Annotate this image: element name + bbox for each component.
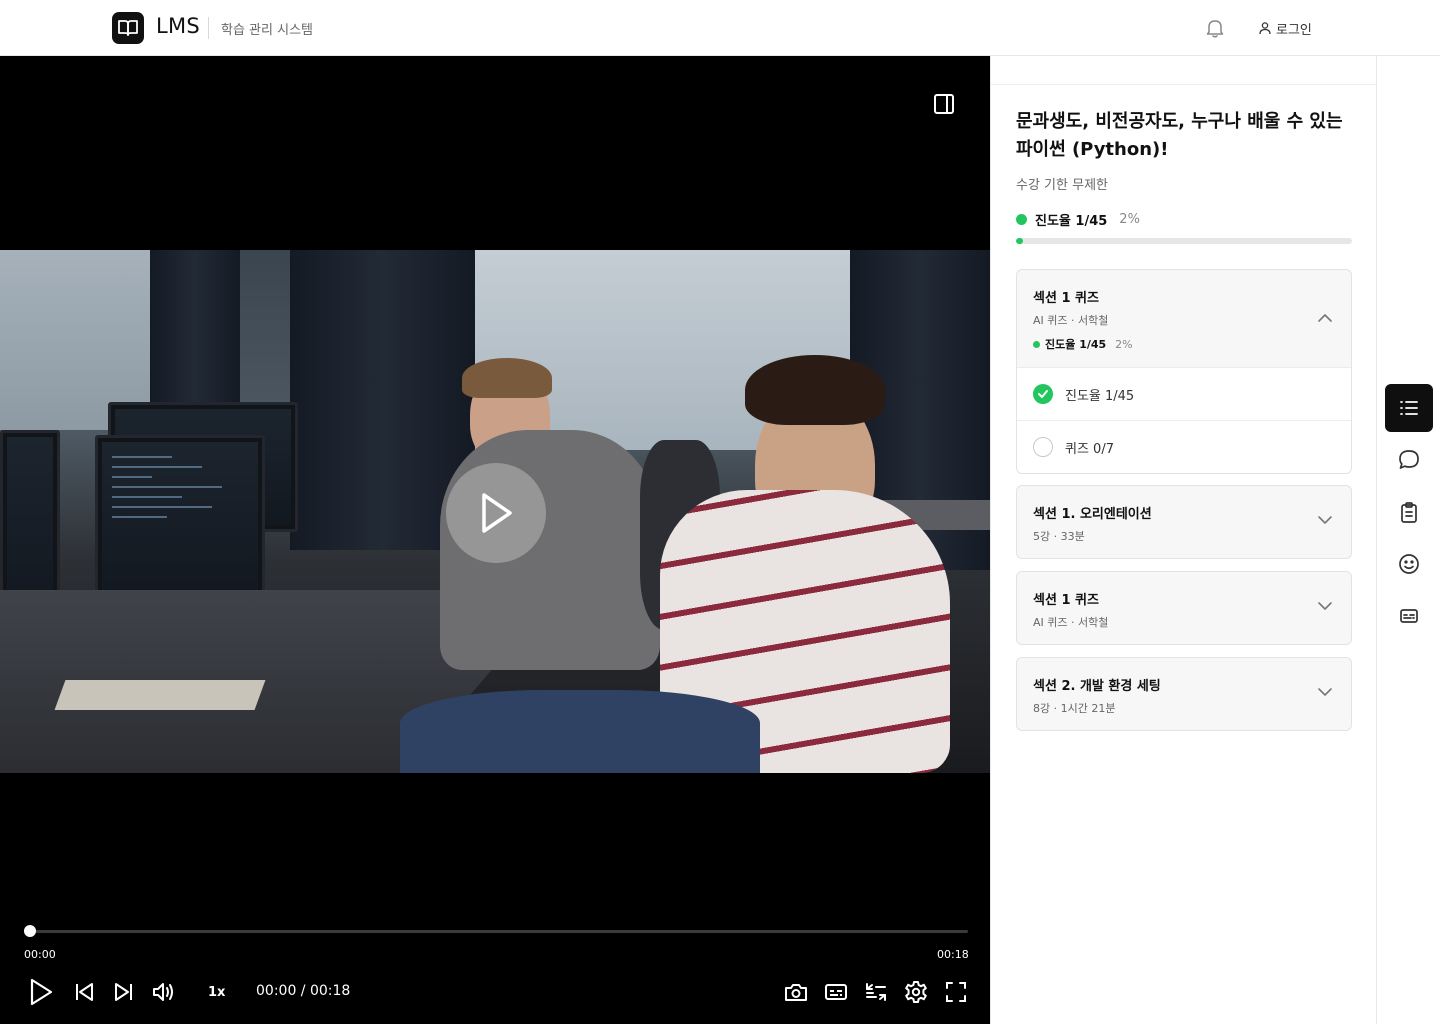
panel-toggle-icon[interactable] bbox=[932, 92, 956, 116]
right-rail bbox=[1376, 56, 1440, 1024]
time-display: 00:00 / 00:18 bbox=[256, 983, 351, 999]
section-header[interactable]: 섹션 1 퀴즈 AI 퀴즈 · 서학철 진도율 1/45 2% bbox=[1017, 270, 1351, 367]
header-divider bbox=[208, 17, 209, 39]
list-item-label: 진도율 1/45 bbox=[1065, 388, 1135, 404]
course-progress: 진도율 1/45 2% bbox=[1016, 210, 1140, 229]
volume-button[interactable] bbox=[150, 978, 178, 1006]
top-header: LMS 학습 관리 시스템 로그인 bbox=[0, 0, 1440, 56]
scene-paper bbox=[54, 680, 266, 710]
notes-tab[interactable] bbox=[1385, 488, 1433, 536]
list-icon bbox=[1400, 401, 1418, 415]
center-play-button[interactable] bbox=[446, 463, 546, 563]
course-term: 수강 기한 무제한 bbox=[1016, 178, 1108, 193]
section-title: 섹션 1. 오리엔테이션 bbox=[1033, 507, 1152, 522]
course-title: 문과생도, 비전공자도, 누구나 배울 수 있는 파이썬 (Python)! bbox=[1016, 111, 1343, 160]
skip-forward-icon bbox=[115, 983, 132, 1001]
clipboard-icon bbox=[1401, 502, 1417, 523]
chat-tab[interactable] bbox=[1385, 436, 1433, 484]
camera-icon bbox=[785, 984, 807, 1001]
scene-monitor bbox=[95, 435, 265, 605]
progress-label: 진도율 1/45 bbox=[1035, 214, 1108, 229]
section-progress-label: 진도율 1/45 bbox=[1045, 338, 1107, 351]
seek-handle[interactable] bbox=[24, 925, 36, 937]
time-current: 00:00 bbox=[24, 948, 56, 961]
login-label: 로그인 bbox=[1276, 22, 1312, 38]
user-icon bbox=[1259, 22, 1271, 35]
progress-percent: 2% bbox=[1119, 212, 1140, 227]
skip-forward-button[interactable] bbox=[110, 978, 138, 1006]
section-header[interactable]: 섹션 1 퀴즈 AI 퀴즈 · 서학철 bbox=[1017, 572, 1351, 644]
video-player[interactable]: 00:00 00:18 1x 00:00 / 00:18 bbox=[0, 56, 990, 1024]
section-card[interactable]: 섹션 2. 개발 환경 세팅 8강 · 1시간 21분 bbox=[1016, 657, 1352, 731]
book-logo-icon[interactable] bbox=[112, 12, 144, 44]
empty-circle-icon bbox=[1033, 437, 1053, 457]
subtitles-icon bbox=[1400, 609, 1418, 623]
curriculum-tab[interactable] bbox=[1385, 384, 1433, 432]
subtitles-icon bbox=[825, 984, 847, 1000]
play-button[interactable] bbox=[27, 978, 55, 1006]
skip-back-button[interactable] bbox=[70, 978, 98, 1006]
logo-text[interactable]: LMS bbox=[156, 14, 200, 38]
seek-bar[interactable] bbox=[30, 930, 968, 933]
skip-back-icon bbox=[76, 983, 93, 1001]
scene-person bbox=[400, 690, 760, 773]
swap-button[interactable] bbox=[862, 978, 890, 1006]
chevron-down-icon[interactable] bbox=[1317, 512, 1333, 528]
progress-bar bbox=[1016, 238, 1352, 244]
play-icon bbox=[482, 493, 512, 533]
section-card[interactable]: 섹션 1 퀴즈 AI 퀴즈 · 서학철 bbox=[1016, 571, 1352, 645]
status-dot bbox=[1033, 340, 1040, 348]
settings-button[interactable] bbox=[902, 978, 930, 1006]
section-subtitle: AI 퀴즈 · 서학철 bbox=[1033, 616, 1109, 629]
settings-icon bbox=[905, 981, 927, 1003]
status-dot bbox=[1016, 214, 1027, 225]
fullscreen-icon bbox=[946, 982, 966, 1002]
time-total: 00:18 bbox=[937, 948, 969, 961]
play-icon bbox=[30, 978, 53, 1006]
section-title: 섹션 2. 개발 환경 세팅 bbox=[1033, 679, 1161, 694]
curriculum-panel: 문과생도, 비전공자도, 누구나 배울 수 있는 파이썬 (Python)! 수… bbox=[990, 56, 1377, 1024]
scene-hair bbox=[745, 355, 885, 425]
section-title: 섹션 1 퀴즈 bbox=[1033, 593, 1099, 608]
section-subtitle: AI 퀴즈 · 서학철 bbox=[1033, 314, 1109, 327]
subtitles-button[interactable] bbox=[822, 978, 850, 1006]
swap-icon bbox=[866, 983, 886, 1001]
captions-tab[interactable] bbox=[1385, 592, 1433, 640]
section-subtitle: 8강 · 1시간 21분 bbox=[1033, 702, 1116, 715]
chevron-down-icon[interactable] bbox=[1317, 684, 1333, 700]
section-subtitle: 5강 · 33분 bbox=[1033, 530, 1085, 543]
chevron-up-icon[interactable] bbox=[1317, 310, 1333, 326]
bell-icon[interactable] bbox=[1204, 17, 1226, 39]
smile-icon bbox=[1399, 554, 1419, 574]
chevron-down-icon[interactable] bbox=[1317, 598, 1333, 614]
video-frame[interactable] bbox=[0, 250, 990, 773]
section-progress-percent: 2% bbox=[1115, 337, 1133, 351]
header-subtitle: 학습 관리 시스템 bbox=[221, 23, 313, 38]
section-card[interactable]: 섹션 1. 오리엔테이션 5강 · 33분 bbox=[1016, 485, 1352, 559]
section-progress: 진도율 1/45 2% bbox=[1033, 336, 1335, 352]
chat-icon bbox=[1399, 450, 1419, 469]
section-header[interactable]: 섹션 2. 개발 환경 세팅 8강 · 1시간 21분 bbox=[1017, 658, 1351, 730]
login-button[interactable]: 로그인 bbox=[1258, 17, 1312, 39]
playback-speed[interactable]: 1x bbox=[208, 985, 225, 1000]
volume-icon bbox=[153, 983, 173, 1001]
panel-divider bbox=[991, 84, 1377, 85]
progress-fill bbox=[1016, 238, 1023, 244]
scene-hair bbox=[462, 358, 552, 398]
section-card[interactable]: 섹션 1 퀴즈 AI 퀴즈 · 서학철 진도율 1/45 2% 진도율 1/45… bbox=[1016, 269, 1352, 474]
list-item[interactable]: 진도율 1/45 bbox=[1017, 367, 1351, 420]
fullscreen-button[interactable] bbox=[942, 978, 970, 1006]
screenshot-button[interactable] bbox=[782, 978, 810, 1006]
feedback-tab[interactable] bbox=[1385, 540, 1433, 588]
section-title: 섹션 1 퀴즈 bbox=[1033, 291, 1099, 306]
check-circle-icon bbox=[1033, 384, 1053, 404]
list-item[interactable]: 퀴즈 0/7 bbox=[1017, 420, 1351, 473]
list-item-label: 퀴즈 0/7 bbox=[1065, 441, 1114, 457]
section-header[interactable]: 섹션 1. 오리엔테이션 5강 · 33분 bbox=[1017, 486, 1351, 558]
